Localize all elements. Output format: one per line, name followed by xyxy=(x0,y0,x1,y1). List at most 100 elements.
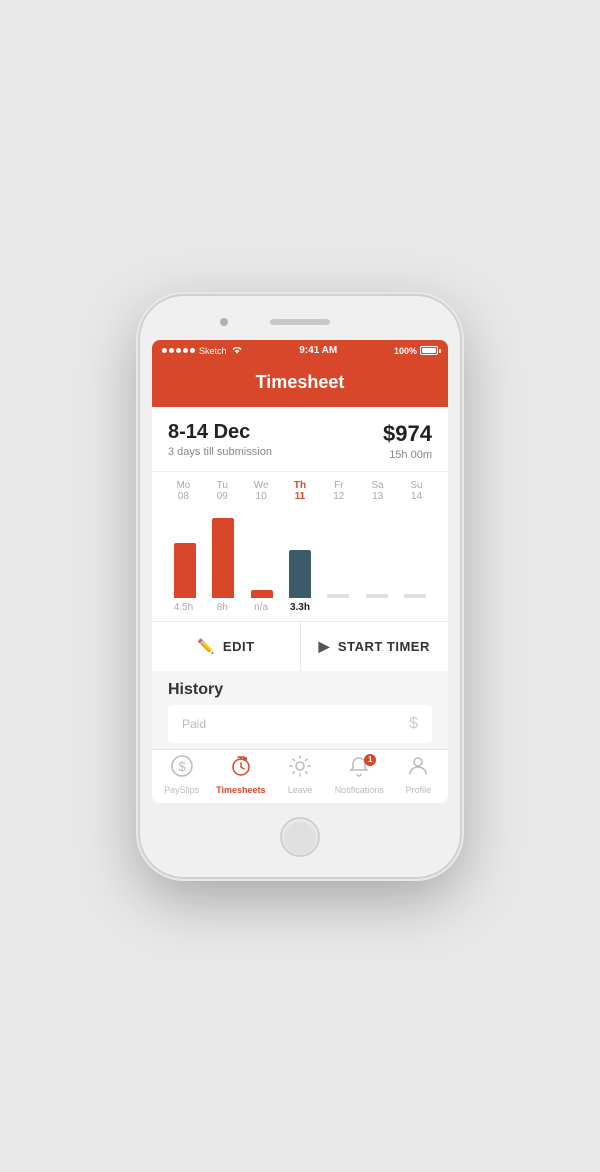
hour-tu: 8h xyxy=(204,602,240,613)
bar-su xyxy=(397,594,433,598)
timer-icon xyxy=(229,754,253,784)
screen: Sketch 9:41 AM 100% Timesheet xyxy=(152,340,448,803)
edit-label: EDIT xyxy=(223,639,255,654)
week-left: 8-14 Dec 3 days till submission xyxy=(168,421,272,458)
tab-leave-label: Leave xyxy=(288,785,313,795)
history-item-label: Paid xyxy=(182,717,206,731)
tab-notifications-icon-wrap: 1 xyxy=(346,756,372,782)
week-subtitle: 3 days till submission xyxy=(168,446,272,458)
week-hours: 15h 00m xyxy=(383,449,432,461)
hour-su xyxy=(398,602,434,613)
hour-th: 3.3h xyxy=(282,602,318,613)
week-amount: $974 xyxy=(383,421,432,447)
day-su: Su 14 xyxy=(398,480,434,502)
hour-fr xyxy=(321,602,357,613)
week-summary: 8-14 Dec 3 days till submission $974 15h… xyxy=(152,407,448,471)
bar-mo-fill xyxy=(174,543,196,598)
play-icon: ▶ xyxy=(319,638,330,655)
tab-notifications[interactable]: 1 Notifications xyxy=(330,756,389,795)
day-name-th: Th xyxy=(294,480,306,491)
status-right: 100% xyxy=(394,346,438,356)
app-title: Timesheet xyxy=(168,372,432,393)
day-num-we: 10 xyxy=(256,491,267,502)
tab-profile[interactable]: Profile xyxy=(389,756,448,795)
bars-area xyxy=(164,508,436,598)
tab-profile-label: Profile xyxy=(406,785,432,795)
tab-timesheets-icon-wrap xyxy=(228,756,254,782)
bar-sa-fill xyxy=(366,594,388,598)
notification-badge: 1 xyxy=(364,754,376,766)
carrier-label: Sketch xyxy=(199,346,227,356)
bar-mo xyxy=(167,543,203,598)
bar-tu-fill xyxy=(212,518,234,598)
battery-label: 100% xyxy=(394,346,417,356)
bar-th xyxy=(282,550,318,598)
speaker xyxy=(270,319,330,325)
bar-fr xyxy=(320,594,356,598)
bar-fr-fill xyxy=(327,594,349,598)
tab-payslips-label: PaySlips xyxy=(164,785,199,795)
day-mo: Mo 08 xyxy=(165,480,201,502)
day-fr: Fr 12 xyxy=(321,480,357,502)
day-num-mo: 08 xyxy=(178,491,189,502)
hours-row: 4.5h 8h n/a 3.3h xyxy=(164,602,436,621)
day-num-tu: 09 xyxy=(217,491,228,502)
phone-bottom xyxy=(152,803,448,865)
history-item-paid[interactable]: Paid $ xyxy=(168,705,432,743)
phone-top xyxy=(152,308,448,336)
day-name-tu: Tu xyxy=(217,480,228,491)
battery-icon xyxy=(420,346,438,355)
day-tu: Tu 09 xyxy=(204,480,240,502)
person-icon xyxy=(406,754,430,784)
day-we: We 10 xyxy=(243,480,279,502)
tab-timesheets[interactable]: Timesheets xyxy=(211,756,270,795)
wifi-icon xyxy=(231,345,243,357)
tab-timesheets-label: Timesheets xyxy=(216,785,265,795)
sun-icon xyxy=(288,754,312,784)
hour-we: n/a xyxy=(243,602,279,613)
bar-we-fill xyxy=(251,590,273,598)
bar-th-fill xyxy=(289,550,311,598)
week-range: 8-14 Dec xyxy=(168,421,272,444)
battery-fill xyxy=(422,348,436,353)
day-num-sa: 13 xyxy=(372,491,383,502)
edit-icon: ✏️ xyxy=(197,638,215,655)
days-row: Mo 08 Tu 09 We 10 Th 11 Fr 12 xyxy=(164,480,436,502)
tab-payslips[interactable]: $ PaySlips xyxy=(152,756,211,795)
chart-container: Mo 08 Tu 09 We 10 Th 11 Fr 12 xyxy=(152,471,448,621)
history-section: History Paid $ xyxy=(152,671,448,749)
tab-leave[interactable]: Leave xyxy=(270,756,329,795)
action-row: ✏️ EDIT ▶ START TIMER xyxy=(152,621,448,671)
tab-profile-icon-wrap xyxy=(405,756,431,782)
day-num-th: 11 xyxy=(295,491,306,502)
day-num-fr: 12 xyxy=(333,491,344,502)
edit-button[interactable]: ✏️ EDIT xyxy=(152,622,301,671)
bar-su-fill xyxy=(404,594,426,598)
hour-sa xyxy=(360,602,396,613)
svg-text:$: $ xyxy=(178,759,186,774)
day-name-mo: Mo xyxy=(176,480,190,491)
day-name-su: Su xyxy=(410,480,422,491)
front-camera xyxy=(220,318,228,326)
start-timer-label: START TIMER xyxy=(338,639,430,654)
history-title: History xyxy=(168,681,432,699)
tab-payslips-icon-wrap: $ xyxy=(169,756,195,782)
status-time: 9:41 AM xyxy=(299,345,337,356)
app-header: Timesheet xyxy=(152,362,448,407)
bar-sa xyxy=(359,594,395,598)
tab-notifications-label: Notifications xyxy=(335,785,384,795)
signal-dots xyxy=(162,348,195,353)
day-name-we: We xyxy=(254,480,269,491)
status-bar: Sketch 9:41 AM 100% xyxy=(152,340,448,362)
phone-shell: Sketch 9:41 AM 100% Timesheet xyxy=(140,296,460,877)
home-button[interactable] xyxy=(280,817,320,857)
day-num-su: 14 xyxy=(411,491,422,502)
day-th: Th 11 xyxy=(282,480,318,502)
bar-tu xyxy=(205,518,241,598)
day-sa: Sa 13 xyxy=(360,480,396,502)
day-name-sa: Sa xyxy=(372,480,384,491)
start-timer-button[interactable]: ▶ START TIMER xyxy=(301,622,449,671)
tab-bar: $ PaySlips xyxy=(152,749,448,803)
week-right: $974 15h 00m xyxy=(383,421,432,461)
bar-we xyxy=(244,590,280,598)
